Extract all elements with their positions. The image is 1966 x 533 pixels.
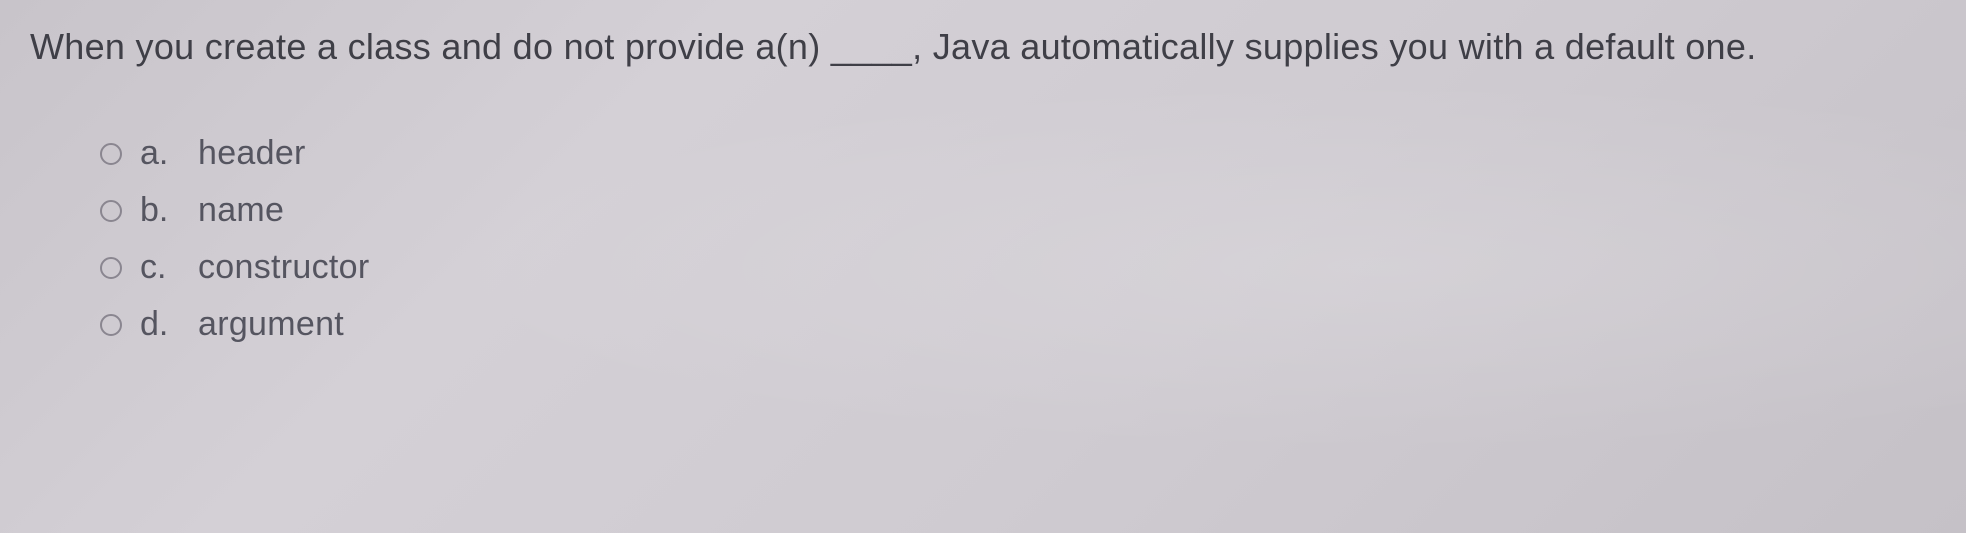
option-d[interactable]: d. argument — [100, 305, 1936, 344]
option-a[interactable]: a. header — [100, 134, 1936, 173]
option-c[interactable]: c. constructor — [100, 248, 1936, 287]
radio-icon[interactable] — [100, 143, 122, 165]
option-letter: a. — [140, 134, 180, 173]
option-text: header — [198, 134, 306, 173]
option-letter: c. — [140, 248, 180, 287]
option-text: constructor — [198, 248, 369, 287]
option-letter: d. — [140, 305, 180, 344]
options-list: a. header b. name c. constructor d. argu… — [30, 134, 1936, 344]
option-b[interactable]: b. name — [100, 191, 1936, 230]
option-letter: b. — [140, 191, 180, 230]
option-text: name — [198, 191, 284, 230]
radio-icon[interactable] — [100, 200, 122, 222]
question-text: When you create a class and do not provi… — [30, 20, 1936, 74]
radio-icon[interactable] — [100, 314, 122, 336]
radio-icon[interactable] — [100, 257, 122, 279]
option-text: argument — [198, 305, 344, 344]
